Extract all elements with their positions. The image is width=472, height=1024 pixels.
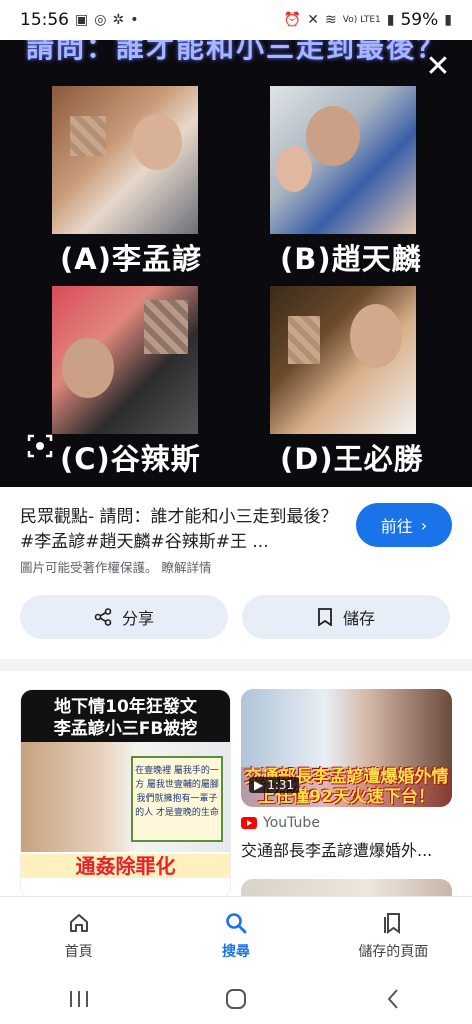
home-icon — [69, 913, 88, 932]
face — [132, 114, 182, 170]
blurred-face — [70, 116, 106, 156]
nav-saved[interactable]: 儲存的頁面 — [318, 911, 468, 961]
visit-label: 前往 — [380, 517, 413, 536]
related-card-headline: 地下情10年狂發文 李孟諺小三FB被挖 — [21, 690, 230, 746]
status-right: ⏰ ✕ ≋ Vo) LTE1 ▮ 59% ▮ — [284, 10, 452, 30]
saved-pages-icon — [384, 912, 401, 934]
bookmark-icon — [318, 608, 332, 626]
related-card-right[interactable]: 交通部長李孟諺遭爆婚外情 上任僅92天火速下台！ ▶ 1:31 — [241, 689, 452, 807]
related-card-next[interactable] — [241, 879, 452, 896]
photo-c — [52, 286, 198, 434]
image-viewer[interactable]: 請問：誰才能和小三走到最後？ ✕ (A)李孟諺 (B)趙天麟 (C)谷辣斯 (D… — [0, 40, 472, 487]
photo-a — [52, 86, 198, 234]
fan-icon: ✲ — [112, 12, 125, 28]
share-label: 分享 — [121, 609, 154, 628]
app-icon: ◎ — [94, 12, 107, 28]
result-info: 民眾觀點- 請問：誰才能和小三走到最後？ #李孟諺#趙天麟#谷辣斯#王 ... … — [0, 487, 472, 657]
face — [350, 304, 402, 368]
dot-icon: • — [130, 12, 139, 28]
share-button[interactable]: 分享 — [20, 595, 228, 639]
caption-c: (C)谷辣斯 — [60, 442, 201, 476]
copyright-text: 圖片可能受著作權保護。 — [20, 560, 158, 575]
status-time: 15:56 — [20, 10, 69, 30]
video-duration: ▶ 1:31 — [249, 777, 300, 793]
caption-d: (D)王必勝 — [280, 442, 424, 476]
face — [276, 146, 312, 192]
face — [306, 106, 360, 166]
nav-saved-label: 儲存的頁面 — [358, 943, 429, 960]
nav-home-label: 首頁 — [64, 943, 93, 960]
alarm-icon: ⏰ — [283, 12, 302, 28]
back-icon[interactable] — [363, 979, 423, 1019]
related-card-footer: 通姦除罪化 — [21, 854, 230, 878]
source-label: YouTube — [263, 815, 320, 831]
blurred-face — [288, 316, 320, 364]
youtube-icon — [241, 817, 257, 829]
system-nav-bar — [0, 974, 472, 1024]
face — [62, 338, 114, 398]
status-left: 15:56 ▣ ◎ ✲ • — [20, 10, 138, 30]
wifi-icon: ≋ — [325, 12, 337, 28]
nav-search-label: 搜尋 — [221, 943, 250, 960]
share-icon — [94, 608, 112, 626]
signal-icon: ▮ — [386, 12, 395, 28]
photo-d — [270, 286, 416, 434]
home-button-icon[interactable] — [206, 979, 266, 1019]
duration-text: 1:31 — [267, 778, 295, 792]
section-divider — [0, 659, 472, 671]
nav-home[interactable]: 首頁 — [4, 911, 154, 961]
nav-search[interactable]: 搜尋 — [161, 911, 311, 961]
play-icon: ▶ — [254, 778, 264, 792]
related-card-left[interactable]: 地下情10年狂發文 李孟諺小三FB被挖 在壹晚裡 屬我手的一方 屬我世壹輔的屬腳… — [20, 689, 231, 896]
video-title[interactable]: 交通部長李孟諺遭爆婚外... — [241, 837, 452, 861]
copyright-note: 圖片可能受著作權保護。 瞭解詳情 — [20, 557, 212, 576]
related-card-note: 在壹晚裡 屬我手的一方 屬我世壹輔的屬腳 我們就擁抱有一輩子的人 才是壹晚的生命 — [131, 756, 223, 842]
recents-icon[interactable] — [49, 979, 109, 1019]
caption-b: (B)趙天麟 — [280, 242, 422, 276]
result-title[interactable]: 民眾觀點- 請問：誰才能和小三走到最後？ #李孟諺#趙天麟#谷辣斯#王 ... — [20, 505, 340, 555]
network-label: Vo) LTE1 — [342, 15, 381, 25]
status-bar: 15:56 ▣ ◎ ✲ • ⏰ ✕ ≋ Vo) LTE1 ▮ 59% ▮ — [0, 0, 472, 40]
headline-line-2: 李孟諺小三FB被挖 — [53, 719, 198, 739]
visit-button[interactable]: 前往 › — [356, 503, 452, 547]
save-label: 儲存 — [342, 609, 375, 628]
mute-icon: ✕ — [307, 12, 319, 28]
search-icon — [226, 912, 247, 933]
gallery-icon: ▣ — [75, 12, 89, 28]
caption-a: (A)李孟諺 — [60, 242, 202, 276]
photo-b — [270, 86, 416, 234]
image-title-text: 請問：誰才能和小三走到最後？ — [25, 40, 446, 64]
chevron-right-icon: › — [420, 515, 428, 535]
battery-percent: 59% — [400, 10, 439, 30]
save-button[interactable]: 儲存 — [242, 595, 450, 639]
video-source: YouTube — [241, 815, 320, 831]
blurred-face — [144, 300, 188, 354]
close-icon[interactable]: ✕ — [424, 52, 452, 82]
lens-search-icon[interactable] — [26, 432, 54, 460]
headline-line-1: 地下情10年狂發文 — [54, 697, 197, 717]
battery-icon: ▮ — [444, 12, 452, 28]
bottom-nav: 首頁 搜尋 儲存的頁面 — [0, 896, 472, 974]
learn-more-link[interactable]: 瞭解詳情 — [162, 560, 212, 575]
related-results: 地下情10年狂發文 李孟諺小三FB被挖 在壹晚裡 屬我手的一方 屬我世壹輔的屬腳… — [0, 671, 472, 896]
